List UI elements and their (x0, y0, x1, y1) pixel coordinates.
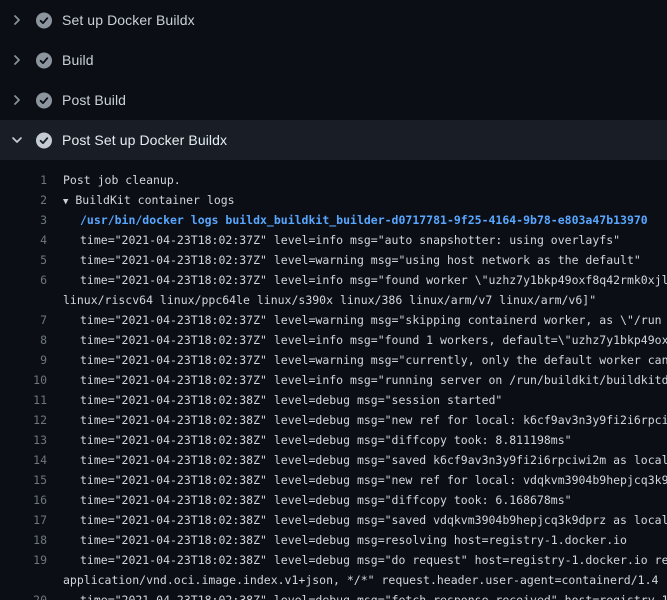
step-row-post-set-up-docker-buildx[interactable]: Post Set up Docker Buildx (0, 120, 667, 160)
log-text: time="2021-04-23T18:02:38Z" level=debug … (80, 510, 667, 530)
log-text: time="2021-04-23T18:02:38Z" level=debug … (80, 410, 667, 430)
log-line: 15 time="2021-04-23T18:02:38Z" level=debu… (0, 470, 667, 490)
log-line-continuation: linux/riscv64 linux/ppc64le linux/s390x … (0, 290, 667, 310)
log-line: 11 time="2021-04-23T18:02:38Z" level=debu… (0, 390, 667, 410)
log-line: 1 Post job cleanup. (0, 170, 667, 190)
log-line-number[interactable]: 18 (0, 530, 47, 550)
log-line-number[interactable]: 14 (0, 450, 47, 470)
log-line-number[interactable]: 6 (0, 270, 47, 290)
log-line-number[interactable]: 4 (0, 230, 47, 250)
log-line: 16 time="2021-04-23T18:02:38Z" level=debu… (0, 490, 667, 510)
log-line: 13 time="2021-04-23T18:02:38Z" level=debu… (0, 430, 667, 450)
log-command-text: /usr/bin/docker logs buildx_buildkit_bui… (80, 210, 648, 230)
log-text: time="2021-04-23T18:02:38Z" level=debug … (80, 470, 667, 490)
step-list: Set up Docker Buildx Build Post Build (0, 0, 667, 160)
check-circle-icon (36, 132, 52, 148)
log-text: time="2021-04-23T18:02:38Z" level=debug … (80, 490, 572, 510)
log-line: 4 time="2021-04-23T18:02:37Z" level=info … (0, 230, 667, 250)
check-circle-icon (36, 12, 52, 28)
log-text: time="2021-04-23T18:02:38Z" level=debug … (80, 450, 667, 470)
log-text: time="2021-04-23T18:02:37Z" level=info m… (80, 270, 667, 290)
log-text: application/vnd.oci.image.index.v1+json,… (63, 570, 658, 590)
log-line-number[interactable]: 2 (0, 190, 47, 210)
step-label: Set up Docker Buildx (62, 12, 195, 28)
log-line: 6 time="2021-04-23T18:02:37Z" level=info … (0, 270, 667, 290)
log-text: Post job cleanup. (63, 170, 181, 190)
log-text: time="2021-04-23T18:02:37Z" level=warnin… (80, 250, 641, 270)
log-line-number[interactable]: 7 (0, 310, 47, 330)
log-line: 14 time="2021-04-23T18:02:38Z" level=debu… (0, 450, 667, 470)
log-line: 9 time="2021-04-23T18:02:37Z" level=warni… (0, 350, 667, 370)
log-line: 17 time="2021-04-23T18:02:38Z" level=debu… (0, 510, 667, 530)
log-line: 3/usr/bin/docker logs buildx_buildkit_bu… (0, 210, 667, 230)
log-text: time="2021-04-23T18:02:37Z" level=info m… (80, 370, 667, 390)
chevron-right-icon (9, 52, 25, 68)
group-collapse-toggle-icon[interactable]: ▼ (63, 197, 68, 207)
log-line-number (0, 290, 47, 310)
log-text: time="2021-04-23T18:02:38Z" level=debug … (80, 590, 667, 600)
log-line-number (0, 570, 47, 590)
log-text: time="2021-04-23T18:02:37Z" level=warnin… (80, 350, 667, 370)
log-text: time="2021-04-23T18:02:38Z" level=debug … (80, 530, 627, 550)
chevron-down-icon (9, 132, 25, 148)
log-line-number[interactable]: 8 (0, 330, 47, 350)
log-text: linux/riscv64 linux/ppc64le linux/s390x … (63, 290, 596, 310)
log-line-number[interactable]: 9 (0, 350, 47, 370)
log-text[interactable]: ▼ BuildKit container logs (63, 190, 235, 210)
step-label: Post Build (62, 92, 126, 108)
log-line: 8 time="2021-04-23T18:02:37Z" level=info … (0, 330, 667, 350)
log-line-number[interactable]: 1 (0, 170, 47, 190)
log-line-number[interactable]: 10 (0, 370, 47, 390)
log-line-number[interactable]: 5 (0, 250, 47, 270)
chevron-right-icon (9, 12, 25, 28)
log-text: time="2021-04-23T18:02:37Z" level=info m… (80, 330, 667, 350)
step-label: Post Set up Docker Buildx (62, 132, 227, 148)
log-line: 7 time="2021-04-23T18:02:37Z" level=warni… (0, 310, 667, 330)
log-line: 5 time="2021-04-23T18:02:37Z" level=warni… (0, 250, 667, 270)
log-line-number[interactable]: 20 (0, 590, 47, 600)
log-line: 20 time="2021-04-23T18:02:38Z" level=debu… (0, 590, 667, 600)
log-line-number[interactable]: 11 (0, 390, 47, 410)
log-panel: 1 Post job cleanup. 2 ▼ BuildKit container … (0, 160, 667, 600)
actions-log-viewer: Set up Docker Buildx Build Post Build (0, 0, 667, 600)
log-line-number[interactable]: 12 (0, 410, 47, 430)
step-row-set-up-docker-buildx[interactable]: Set up Docker Buildx (0, 0, 667, 40)
step-label: Build (62, 52, 94, 68)
log-line-number[interactable]: 17 (0, 510, 47, 530)
group-label[interactable]: BuildKit container logs (75, 193, 234, 207)
log-text: time="2021-04-23T18:02:38Z" level=debug … (80, 430, 572, 450)
log-text: time="2021-04-23T18:02:38Z" level=debug … (80, 550, 667, 570)
log-text: time="2021-04-23T18:02:37Z" level=info m… (80, 230, 620, 250)
log-line: 2 ▼ BuildKit container logs (0, 190, 667, 210)
check-circle-icon (36, 92, 52, 108)
log-line: 19 time="2021-04-23T18:02:38Z" level=debu… (0, 550, 667, 570)
log-line-number[interactable]: 3 (0, 210, 47, 230)
log-line-number[interactable]: 16 (0, 490, 47, 510)
step-row-build[interactable]: Build (0, 40, 667, 80)
log-text: time="2021-04-23T18:02:38Z" level=debug … (80, 390, 502, 410)
check-circle-icon (36, 52, 52, 68)
log-line-number[interactable]: 19 (0, 550, 47, 570)
step-row-post-build[interactable]: Post Build (0, 80, 667, 120)
log-line: 12 time="2021-04-23T18:02:38Z" level=debu… (0, 410, 667, 430)
log-line-number[interactable]: 13 (0, 430, 47, 450)
log-line-continuation: application/vnd.oci.image.index.v1+json,… (0, 570, 667, 590)
log-line: 10 time="2021-04-23T18:02:37Z" level=info… (0, 370, 667, 390)
log-line-number[interactable]: 15 (0, 470, 47, 490)
log-text: time="2021-04-23T18:02:37Z" level=warnin… (80, 310, 662, 330)
chevron-right-icon (9, 92, 25, 108)
log-line: 18 time="2021-04-23T18:02:38Z" level=debu… (0, 530, 667, 550)
